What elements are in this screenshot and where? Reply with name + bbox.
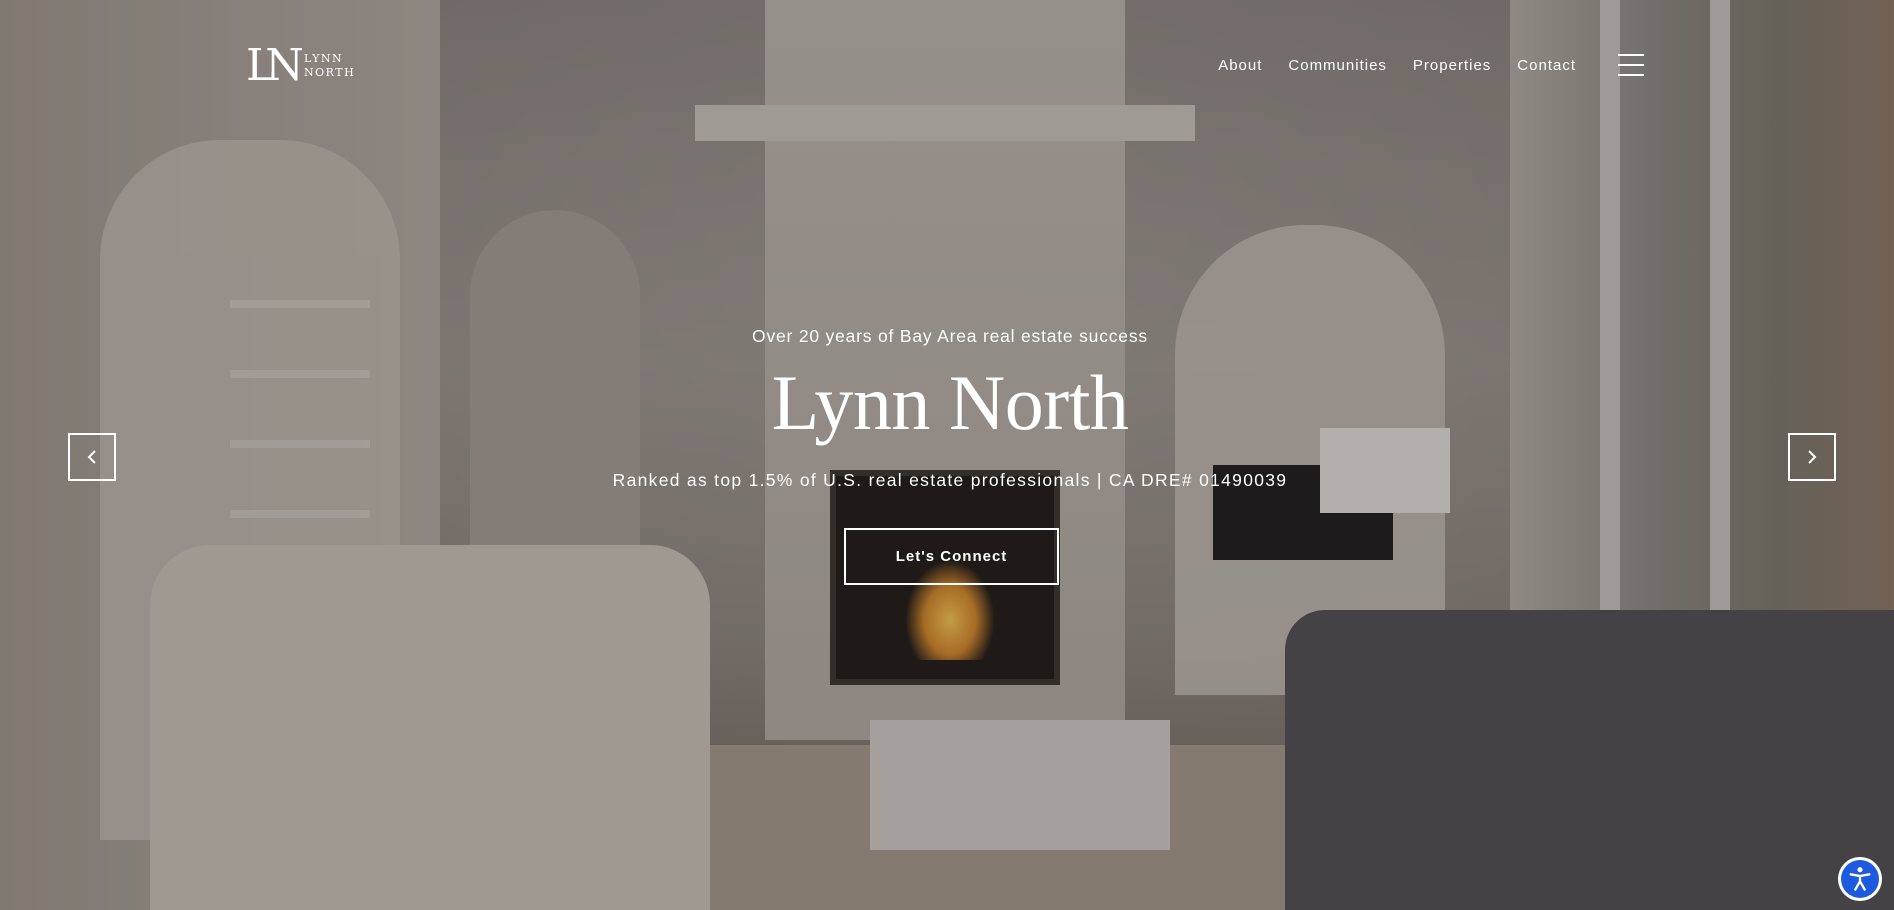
site-logo[interactable]: LN LYNN NORTH xyxy=(246,38,361,94)
hero-tagline: Over 20 years of Bay Area real estate su… xyxy=(752,326,1148,346)
main-nav: About Communities Properties Contact xyxy=(1218,54,1576,76)
nav-link-properties[interactable]: Properties xyxy=(1413,57,1491,74)
hamburger-bar xyxy=(1618,54,1644,56)
logo-line-2: NORTH xyxy=(304,66,356,79)
nav-link-contact[interactable]: Contact xyxy=(1517,57,1576,74)
logo-wordmark: LYNN NORTH xyxy=(304,52,355,80)
nav-link-communities[interactable]: Communities xyxy=(1288,57,1387,74)
lets-connect-button[interactable]: Let's Connect xyxy=(844,528,1059,585)
hero-title: Lynn North xyxy=(771,359,1129,446)
logo-line-1: LYNN xyxy=(304,52,344,65)
slider-prev-button[interactable] xyxy=(68,433,116,481)
hamburger-bar xyxy=(1618,64,1644,66)
hero-dark-overlay xyxy=(0,0,1894,910)
hamburger-menu-icon[interactable] xyxy=(1618,54,1644,76)
hero-subline: Ranked as top 1.5% of U.S. real estate p… xyxy=(612,470,1288,490)
accessibility-icon xyxy=(1849,867,1871,891)
chevron-left-icon xyxy=(87,450,96,464)
hero-section: LN LYNN NORTH About Communities Properti… xyxy=(0,0,1894,910)
slider-next-button[interactable] xyxy=(1788,433,1836,481)
logo-mark: LN xyxy=(246,40,304,91)
nav-link-about[interactable]: About xyxy=(1218,57,1262,74)
chevron-right-icon xyxy=(1808,450,1817,464)
accessibility-button[interactable] xyxy=(1838,857,1882,901)
hamburger-bar xyxy=(1618,74,1644,76)
